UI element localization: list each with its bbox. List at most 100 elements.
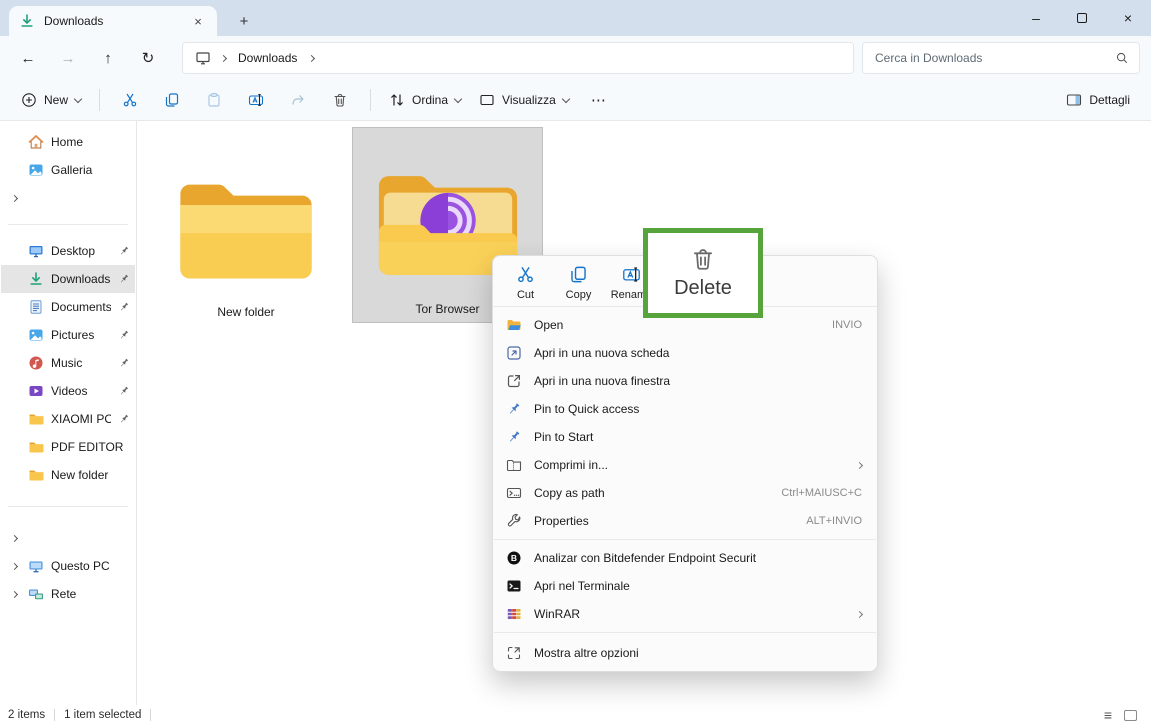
sidebar-separator: [8, 506, 128, 507]
menu-item-label: WinRAR: [534, 607, 845, 621]
sidebar-item-galleria[interactable]: Galleria: [1, 156, 135, 184]
menu-item-properties[interactable]: Properties ALT+INVIO: [493, 507, 877, 535]
downloads-icon: [19, 13, 35, 29]
trash-icon: [690, 246, 716, 272]
sidebar-item-downloads[interactable]: Downloads: [1, 265, 135, 293]
new-tab-button[interactable]: +: [233, 13, 255, 30]
explorer-tab-downloads[interactable]: Downloads ×: [9, 6, 217, 36]
ellipsis-icon: ⋯: [591, 91, 607, 109]
list-view-button[interactable]: ≡: [1104, 708, 1112, 722]
sidebar-item-label: Videos: [51, 384, 111, 398]
menu-item-open-terminal[interactable]: Apri nel Terminale: [493, 572, 877, 600]
delete-callout-label: Delete: [674, 277, 732, 300]
this-pc-monitor-icon: [195, 50, 211, 66]
sidebar-item-label: Documents: [51, 300, 111, 314]
details-pane-button[interactable]: Dettagli: [1057, 85, 1139, 115]
tab-close-icon[interactable]: ×: [189, 14, 207, 29]
back-button[interactable]: ←: [8, 42, 48, 74]
chevron-right-icon: [308, 54, 315, 61]
menu-item-bitdefender-scan[interactable]: Analizar con Bitdefender Endpoint Securi…: [493, 544, 877, 572]
maximize-button[interactable]: [1059, 0, 1105, 36]
sidebar-expander[interactable]: [1, 524, 135, 552]
sidebar-item-label: Music: [51, 356, 111, 370]
sidebar-item-questo-pc[interactable]: Questo PC: [1, 552, 135, 580]
sidebar-item-rete[interactable]: Rete: [1, 580, 135, 608]
pin-icon: [118, 301, 130, 313]
sidebar-item-documents[interactable]: Documents: [1, 293, 135, 321]
breadcrumb[interactable]: Downloads: [182, 42, 854, 74]
sidebar-item-pdf-editor[interactable]: PDF EDITOR: [1, 433, 135, 461]
copy-button[interactable]: [151, 85, 193, 115]
open-new-tab-icon: [506, 345, 522, 361]
open-new-window-icon: [506, 373, 522, 389]
menu-item-shortcut: ALT+INVIO: [806, 515, 862, 527]
sidebar-item-label: Pictures: [51, 328, 111, 342]
terminal-icon: [506, 578, 522, 594]
menu-item-winrar[interactable]: WinRAR: [493, 600, 877, 628]
downloads-icon: [28, 271, 44, 287]
menu-item-open-new-tab[interactable]: Apri in una nuova scheda: [493, 339, 877, 367]
up-button[interactable]: ↑: [88, 42, 128, 74]
menu-item-open-new-window[interactable]: Apri in una nuova finestra: [493, 367, 877, 395]
sidebar-expander[interactable]: [1, 184, 135, 212]
chevron-down-icon: [562, 94, 570, 102]
menu-item-show-more-options[interactable]: Mostra altre opzioni: [493, 637, 877, 668]
menu-separator: [494, 539, 876, 540]
menu-item-label: Pin to Quick access: [534, 402, 862, 416]
close-button[interactable]: ×: [1105, 0, 1151, 36]
sidebar-item-label: Galleria: [51, 163, 130, 177]
documents-icon: [28, 299, 44, 315]
share-icon: [290, 92, 306, 108]
sidebar-item-label: PDF EDITOR: [51, 440, 130, 454]
menu-item-pin-start[interactable]: Pin to Start: [493, 423, 877, 451]
pin-icon: [118, 245, 130, 257]
chevron-right-icon: [10, 590, 17, 597]
menu-item-pin-quick-access[interactable]: Pin to Quick access: [493, 395, 877, 423]
file-name: New folder: [217, 305, 274, 319]
sidebar-item-xiaomi-poco-f[interactable]: XIAOMI POCO F: [1, 405, 135, 433]
sidebar-item-music[interactable]: Music: [1, 349, 135, 377]
home-icon: [28, 134, 44, 150]
bitdefender-icon: [506, 550, 522, 566]
menu-item-compress[interactable]: Comprimi in...: [493, 451, 877, 479]
pin-icon: [118, 273, 130, 285]
view-button[interactable]: Visualizza: [470, 85, 578, 115]
sidebar-item-pictures[interactable]: Pictures: [1, 321, 135, 349]
cut-button[interactable]: [109, 85, 151, 115]
sidebar-item-new-folder[interactable]: New folder: [1, 461, 135, 489]
delete-button[interactable]: [319, 85, 361, 115]
minimize-button[interactable]: –: [1013, 0, 1059, 36]
more-options-button[interactable]: ⋯: [578, 85, 620, 115]
sidebar-item-label: Desktop: [51, 244, 111, 258]
menu-item-label: Apri in una nuova scheda: [534, 346, 862, 360]
sidebar-item-videos[interactable]: Videos: [1, 377, 135, 405]
large-thumbnails-view-button[interactable]: [1124, 710, 1137, 721]
paste-button[interactable]: [193, 85, 235, 115]
show-more-options-icon: [506, 645, 522, 661]
submenu-chevron-icon: [856, 610, 863, 617]
cut-icon: [122, 92, 138, 108]
rename-button[interactable]: [235, 85, 277, 115]
menu-item-copy-as-path[interactable]: Copy as path Ctrl+MAIUSC+C: [493, 479, 877, 507]
context-copy-button[interactable]: Copy: [552, 265, 605, 301]
sidebar-item-label: Questo PC: [51, 559, 130, 573]
sidebar-item-home[interactable]: Home: [1, 128, 135, 156]
new-button[interactable]: New: [12, 85, 90, 115]
status-bar: 2 items 1 item selected ≡: [0, 705, 1151, 725]
folder-icon: [171, 172, 321, 291]
videos-icon: [28, 383, 44, 399]
context-cut-button[interactable]: Cut: [499, 265, 552, 301]
sidebar-item-desktop[interactable]: Desktop: [1, 237, 135, 265]
forward-button[interactable]: →: [48, 42, 88, 74]
sort-button[interactable]: Ordina: [380, 85, 470, 115]
refresh-button[interactable]: ↻: [128, 42, 168, 74]
pin-icon: [118, 357, 130, 369]
search-input[interactable]: [875, 51, 1115, 65]
sidebar-item-label: XIAOMI POCO F: [51, 412, 111, 426]
delete-callout[interactable]: Delete: [643, 228, 763, 318]
trash-icon: [332, 92, 348, 108]
breadcrumb-item-downloads[interactable]: Downloads: [236, 51, 299, 65]
file-tile-new-folder[interactable]: New folder: [168, 133, 324, 325]
share-button[interactable]: [277, 85, 319, 115]
search-box[interactable]: [862, 42, 1140, 74]
